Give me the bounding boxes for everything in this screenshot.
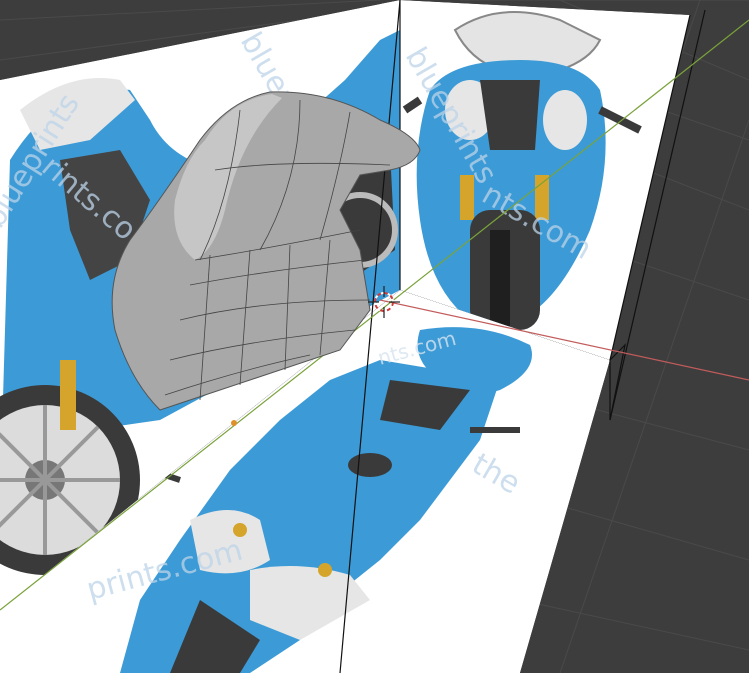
3d-viewport[interactable]: blueprints rints.com blueprints blueprin…: [0, 0, 749, 673]
viewport-canvas[interactable]: blueprints rints.com blueprints blueprin…: [0, 0, 749, 673]
